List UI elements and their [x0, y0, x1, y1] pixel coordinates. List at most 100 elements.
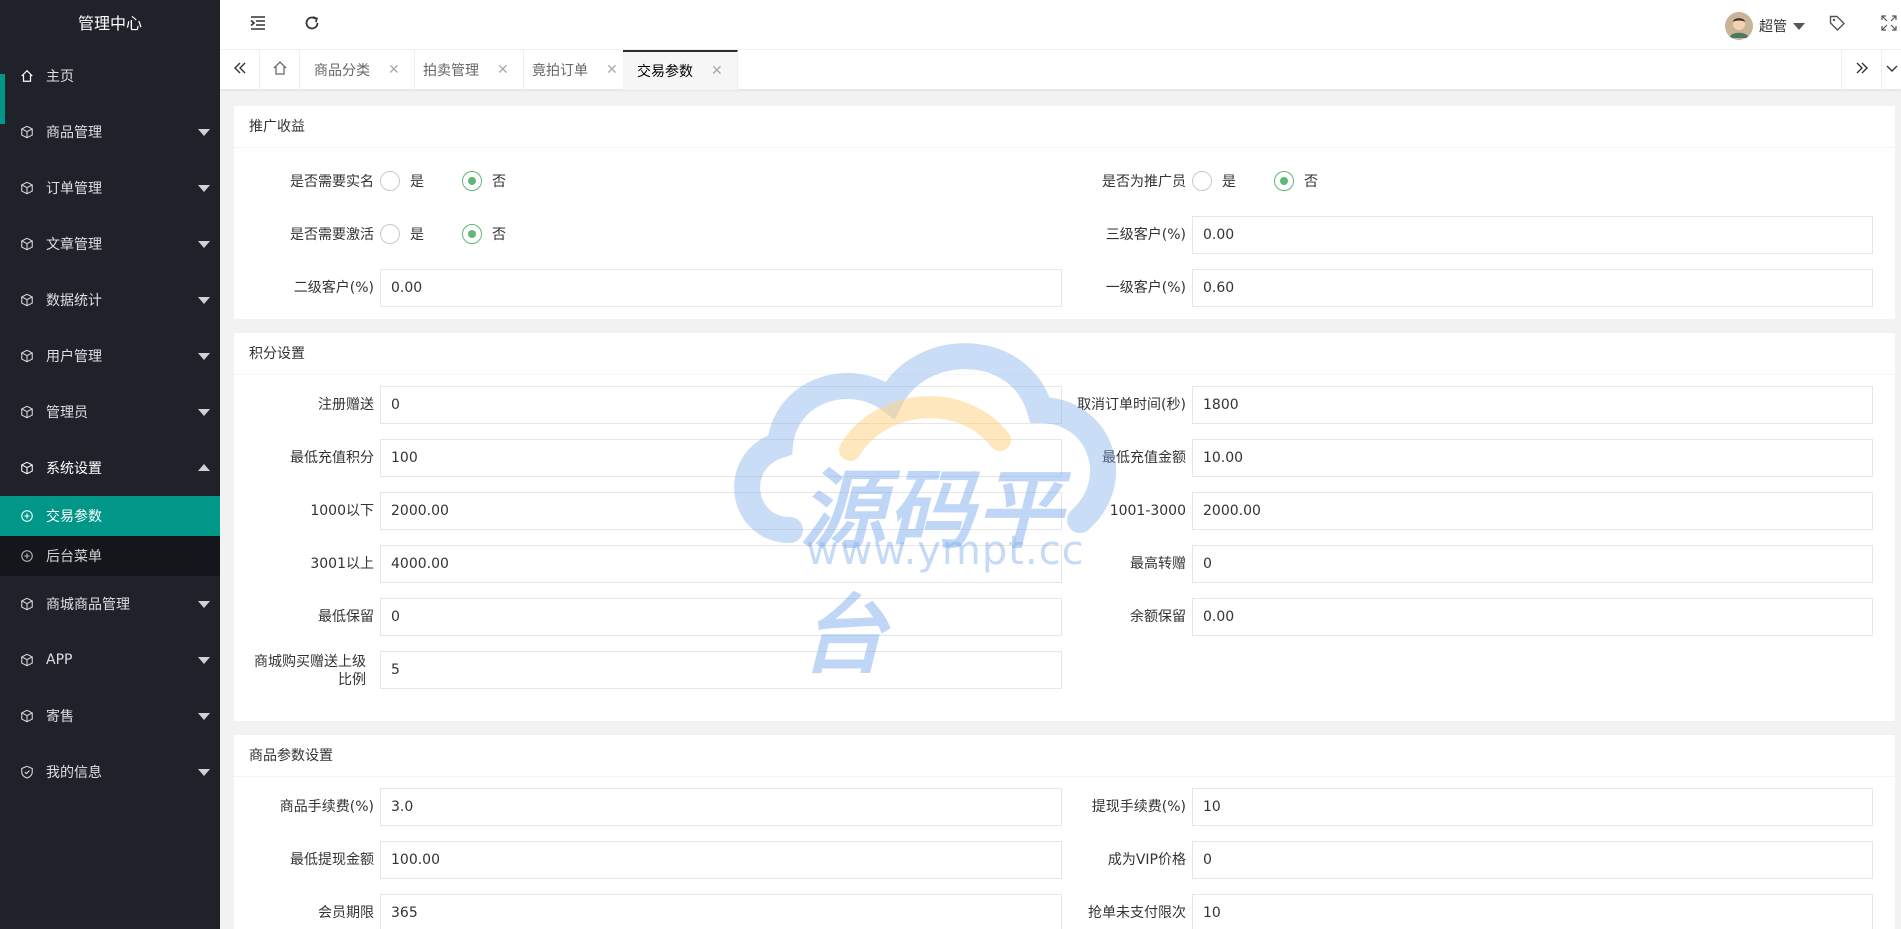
- tab-scroll-left-button[interactable]: [220, 50, 260, 90]
- withdraw-fee-input[interactable]: 10: [1192, 788, 1873, 826]
- sidebar-item-label: APP: [46, 652, 73, 668]
- radio-yes[interactable]: [380, 171, 400, 191]
- chevron-down-icon: [198, 129, 210, 136]
- cancel-order-time-input[interactable]: 1800: [1192, 386, 1873, 424]
- mall-gift-ratio-input[interactable]: 5: [380, 651, 1062, 689]
- chevron-down-icon: [198, 657, 210, 664]
- mall-gift-ratio-label: 商城购买赠送上级比例: [254, 654, 366, 688]
- tab-label: 拍卖管理: [423, 63, 479, 79]
- register-gift-input[interactable]: 0: [380, 386, 1062, 424]
- fullscreen-button[interactable]: [1877, 13, 1901, 37]
- sidebar-item-home[interactable]: 主页: [0, 48, 220, 124]
- fullscreen-icon: [1880, 14, 1898, 36]
- min-keep-label: 最低保留: [318, 609, 374, 625]
- sidebar-item-my-info[interactable]: 我的信息: [0, 744, 220, 800]
- unpaid-limit-label: 抢单未支付限次: [1088, 905, 1186, 921]
- min-withdraw-input[interactable]: 100.00: [380, 841, 1062, 879]
- points-card: 积分设置 注册赠送 0 取消订单时间(秒) 1800 最低充值积分 100 最低…: [234, 333, 1895, 721]
- sidebar-item-label: 用户管理: [46, 349, 102, 365]
- max-transfer-input[interactable]: 0: [1192, 545, 1873, 583]
- close-icon[interactable]: ✕: [497, 62, 509, 78]
- vip-price-input[interactable]: 0: [1192, 841, 1873, 879]
- chevron-down-icon: [198, 769, 210, 776]
- chevron-down-icon: [198, 601, 210, 608]
- cube-icon: [20, 293, 34, 307]
- sidebar-item-consign[interactable]: 寄售: [0, 688, 220, 744]
- sidebar-item-stats[interactable]: 数据统计: [0, 272, 220, 328]
- home-icon: [20, 69, 34, 83]
- min-keep-input[interactable]: 0: [380, 598, 1062, 636]
- tab-bid-orders[interactable]: 竟拍订单 ✕: [518, 50, 633, 90]
- tab-actions-dropdown[interactable]: [1881, 50, 1901, 90]
- tab-auction-manage[interactable]: 拍卖管理 ✕: [409, 50, 524, 90]
- sidebar-item-users[interactable]: 用户管理: [0, 328, 220, 384]
- cube-icon: [20, 181, 34, 195]
- radio-label: 是: [1222, 174, 1236, 190]
- sidebar-subnav: 交易参数 后台菜单: [0, 496, 220, 576]
- top-header: 超管: [220, 0, 1901, 50]
- tab-home[interactable]: [260, 50, 300, 90]
- tab-scroll-right-button[interactable]: [1841, 50, 1881, 90]
- cube-icon: [20, 349, 34, 363]
- level3-input[interactable]: 0.00: [1192, 216, 1873, 254]
- radio-label: 否: [492, 174, 506, 190]
- need-activate-radio-group: 是 否: [380, 224, 544, 244]
- chevron-down-icon: [1884, 60, 1900, 80]
- balance-keep-input[interactable]: 0.00: [1192, 598, 1873, 636]
- chevron-down-icon: [198, 409, 210, 416]
- close-icon[interactable]: ✕: [388, 62, 400, 78]
- radio-label: 否: [492, 227, 506, 243]
- level3-label: 三级客户(%): [1105, 227, 1186, 243]
- sidebar-item-label: 商品管理: [46, 125, 102, 141]
- range-1001-3000-label: 1001-3000: [1109, 503, 1186, 519]
- sidebar-item-settings[interactable]: 系统设置: [0, 440, 220, 496]
- above-3001-input[interactable]: 4000.00: [380, 545, 1062, 583]
- sidebar-item-label: 管理员: [46, 405, 88, 421]
- radio-no[interactable]: [1274, 171, 1294, 191]
- close-icon[interactable]: ✕: [606, 62, 618, 78]
- sidebar-subitem-admin-menu[interactable]: 后台菜单: [0, 536, 220, 576]
- tab-bar: 商品分类 ✕ 拍卖管理 ✕ 竟拍订单 ✕ 交易参数 ✕: [220, 50, 1901, 90]
- tab-goods-category[interactable]: 商品分类 ✕: [300, 50, 415, 90]
- refresh-button[interactable]: [300, 13, 324, 37]
- goods-fee-label: 商品手续费(%): [279, 799, 374, 815]
- min-recharge-amount-input[interactable]: 10.00: [1192, 439, 1873, 477]
- sidebar-item-app[interactable]: APP: [0, 632, 220, 688]
- tag-button[interactable]: [1825, 13, 1849, 37]
- sidebar-item-admins[interactable]: 管理员: [0, 384, 220, 440]
- level1-input[interactable]: 0.60: [1192, 269, 1873, 307]
- sidebar-item-articles[interactable]: 文章管理: [0, 216, 220, 272]
- sidebar-item-mall-goods[interactable]: 商城商品管理: [0, 576, 220, 632]
- range-1001-3000-input[interactable]: 2000.00: [1192, 492, 1873, 530]
- cube-icon: [20, 461, 34, 475]
- radio-no[interactable]: [462, 224, 482, 244]
- plus-circle-icon: [20, 549, 34, 563]
- tab-trade-params[interactable]: 交易参数 ✕: [623, 50, 738, 90]
- member-term-input[interactable]: 365: [380, 894, 1062, 929]
- user-menu[interactable]: 超管: [1725, 12, 1805, 40]
- sidebar-item-orders[interactable]: 订单管理: [0, 160, 220, 216]
- sidebar-subitem-trade-params[interactable]: 交易参数: [0, 496, 220, 536]
- register-gift-label: 注册赠送: [318, 397, 374, 413]
- min-recharge-amount-label: 最低充值金额: [1102, 450, 1186, 466]
- min-recharge-points-input[interactable]: 100: [380, 439, 1062, 477]
- radio-yes[interactable]: [380, 224, 400, 244]
- radio-label: 是: [410, 227, 424, 243]
- min-recharge-points-label: 最低充值积分: [290, 450, 374, 466]
- close-icon[interactable]: ✕: [711, 63, 723, 79]
- level2-label: 二级客户(%): [293, 280, 374, 296]
- radio-yes[interactable]: [1192, 171, 1212, 191]
- below-1000-input[interactable]: 2000.00: [380, 492, 1062, 530]
- level1-label: 一级客户(%): [1105, 280, 1186, 296]
- sidebar-toggle-button[interactable]: [246, 13, 270, 37]
- plus-circle-icon: [20, 509, 34, 523]
- goods-params-card: 商品参数设置 商品手续费(%) 3.0 提现手续费(%) 10 最低提现金额 1…: [234, 735, 1895, 929]
- unpaid-limit-input[interactable]: 10: [1192, 894, 1873, 929]
- need-realname-label: 是否需要实名: [290, 174, 374, 190]
- goods-fee-input[interactable]: 3.0: [380, 788, 1062, 826]
- level2-input[interactable]: 0.00: [380, 269, 1062, 307]
- sidebar-item-goods[interactable]: 商品管理: [0, 104, 220, 160]
- radio-no[interactable]: [462, 171, 482, 191]
- tab-label: 竟拍订单: [532, 63, 588, 79]
- chevron-down-icon: [198, 297, 210, 304]
